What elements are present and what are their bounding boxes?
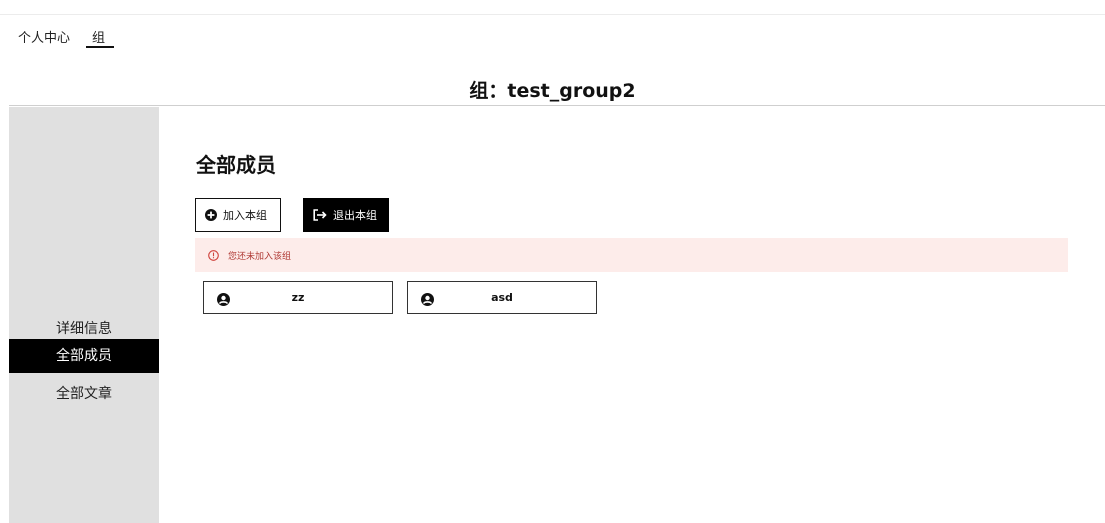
sidebar-item-all-members[interactable]: 全部成员 — [9, 339, 159, 373]
not-member-alert: 您还未加入该组 — [195, 238, 1068, 272]
leave-group-label: 退出本组 — [333, 209, 377, 222]
alert-text: 您还未加入该组 — [228, 251, 292, 262]
nav-active-underline — [86, 46, 114, 48]
sidebar: 详细信息 全部成员 全部文章 — [9, 107, 159, 523]
nav-item-group[interactable]: 组 — [92, 27, 105, 46]
member-card[interactable]: asd — [407, 281, 597, 314]
sign-out-icon — [313, 209, 327, 221]
member-name: zz — [291, 291, 305, 304]
plus-circle-icon — [205, 209, 217, 221]
alert-circle-icon — [208, 246, 219, 265]
member-name: asd — [491, 291, 513, 304]
join-group-button[interactable]: 加入本组 — [195, 198, 281, 232]
top-nav: 个人中心 组 — [0, 14, 1105, 48]
member-card[interactable]: zz — [203, 281, 393, 314]
nav-item-personal-center[interactable]: 个人中心 — [18, 27, 70, 46]
page-title: 组：test_group2 — [469, 80, 636, 102]
leave-group-button[interactable]: 退出本组 — [303, 198, 389, 232]
section-title: 全部成员 — [196, 153, 276, 177]
header-divider — [9, 105, 1105, 106]
sidebar-item-all-articles[interactable]: 全部文章 — [9, 377, 159, 411]
join-group-label: 加入本组 — [223, 209, 267, 222]
